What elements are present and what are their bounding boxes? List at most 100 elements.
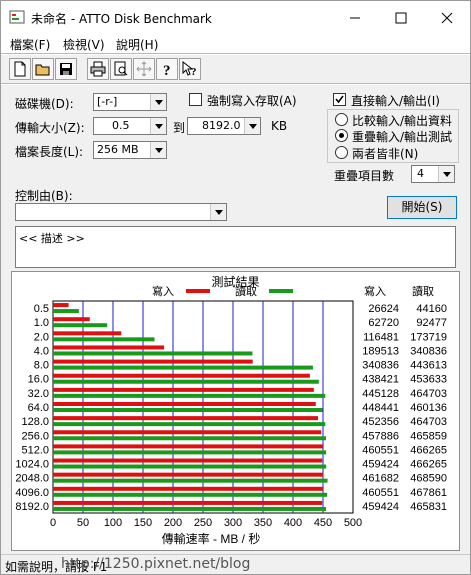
chevron-down-icon[interactable] — [210, 204, 226, 220]
move-button[interactable] — [133, 58, 155, 80]
results-chart: 寫入 讀取 寫入 讀取 0 50 100 150 200 250 300 350 400 450 500 0.… — [15, 284, 447, 546]
drive-select[interactable]: [-r-] — [93, 93, 167, 111]
legend-swatch-read — [269, 289, 293, 293]
compare-radio[interactable] — [335, 113, 348, 126]
y-tick-label: 256.0 — [21, 430, 49, 442]
queue-depth-select[interactable]: 4 — [411, 165, 455, 183]
chevron-down-icon[interactable] — [244, 118, 260, 134]
close-button[interactable] — [424, 1, 470, 33]
value-write: 459424 — [362, 501, 399, 513]
bar-read — [53, 450, 327, 455]
value-write: 460551 — [362, 487, 399, 499]
y-tick-label: 1.0 — [34, 317, 49, 329]
bar-write — [53, 486, 323, 491]
x-tick-label: 200 — [164, 517, 182, 529]
chevron-down-icon[interactable] — [150, 94, 166, 110]
file-length-label: 檔案長度(L): — [15, 145, 84, 159]
column-header-read: 讀取 — [412, 284, 434, 298]
bar-read — [53, 464, 327, 469]
minimize-button[interactable] — [332, 1, 378, 33]
transfer-from-select[interactable]: 0.5 — [93, 117, 167, 135]
start-button[interactable]: 開始(S) — [387, 196, 457, 219]
value-read: 453633 — [410, 374, 447, 386]
new-button[interactable] — [9, 58, 31, 80]
direct-io-checkbox[interactable] — [333, 93, 346, 106]
x-tick-label: 250 — [194, 517, 212, 529]
open-button[interactable] — [32, 58, 54, 80]
neither-radio[interactable] — [335, 146, 348, 159]
value-read: 464703 — [410, 416, 447, 428]
x-tick-label: 300 — [224, 517, 242, 529]
svg-text:?: ? — [163, 63, 171, 77]
bar-read — [53, 478, 328, 483]
maximize-button[interactable] — [378, 1, 424, 33]
x-axis-label: 傳輸速率 - MB / 秒 — [162, 531, 261, 546]
transfer-to-select[interactable]: 8192.0 — [187, 117, 261, 135]
legend-label-write: 寫入 — [152, 284, 174, 298]
queue-depth-label: 重疊項目數 — [334, 169, 395, 183]
value-write: 189513 — [362, 345, 399, 357]
toolbar: ? ? — [1, 55, 470, 83]
context-help-button[interactable]: ? — [179, 58, 201, 80]
y-tick-label: 0.5 — [34, 303, 49, 315]
x-tick-label: 100 — [104, 517, 122, 529]
direct-io-label[interactable]: 直接輸入/輸出(I) — [351, 92, 440, 109]
controlled-by-select[interactable] — [15, 203, 227, 221]
x-tick-label: 450 — [314, 517, 332, 529]
force-write-checkbox[interactable] — [189, 93, 202, 106]
y-tick-label: 2048.0 — [15, 473, 49, 485]
compare-label[interactable]: 比較輸入/輸出資料 — [352, 112, 452, 129]
value-read: 92477 — [416, 317, 447, 329]
menu-view[interactable]: 檢視(V) — [63, 36, 105, 53]
y-tick-label: 8192.0 — [15, 501, 49, 513]
y-tick-label: 512.0 — [21, 444, 49, 456]
bar-read — [53, 506, 326, 511]
description-box[interactable]: << 描述 >> — [15, 226, 456, 268]
checkmark-icon — [335, 95, 344, 104]
transfer-size-label: 傳輸大小(Z): — [15, 121, 85, 135]
y-tick-label: 16.0 — [28, 374, 49, 386]
value-read: 443613 — [410, 360, 447, 372]
file-length-select[interactable]: 256 MB — [93, 141, 167, 159]
title-bar[interactable]: 未命名 - ATTO Disk Benchmark — [1, 1, 470, 33]
help-button[interactable]: ? — [156, 58, 178, 80]
controlled-by-label: 控制由(B): — [15, 189, 73, 203]
maximize-icon — [395, 12, 407, 24]
bar-read — [53, 422, 326, 427]
watermark-text: http://1250.pixnet.net/blog — [61, 556, 251, 572]
x-tick-label: 350 — [254, 517, 272, 529]
chevron-down-icon[interactable] — [438, 166, 454, 182]
overlap-label[interactable]: 重疊輸入/輸出測試 — [352, 128, 452, 145]
bar-read — [53, 323, 108, 328]
neither-label[interactable]: 兩者皆非(N) — [352, 145, 418, 162]
force-write-label[interactable]: 強制寫入存取(A) — [207, 92, 297, 109]
menu-file[interactable]: 檔案(F) — [10, 36, 50, 53]
save-button[interactable] — [55, 58, 77, 80]
value-read: 464703 — [410, 388, 447, 400]
bar-write — [53, 359, 253, 364]
print-button[interactable] — [87, 58, 109, 80]
radio-dot — [339, 133, 344, 138]
column-header-write: 寫入 — [364, 284, 386, 298]
x-tick-label: 0 — [50, 517, 56, 529]
save-icon — [60, 63, 72, 75]
value-write: 116481 — [363, 331, 399, 343]
window-title: 未命名 - ATTO Disk Benchmark — [31, 12, 212, 26]
value-read: 466265 — [410, 459, 447, 471]
value-read: 44160 — [416, 303, 447, 315]
bar-read — [53, 408, 323, 412]
value-write: 26624 — [368, 303, 399, 315]
overlap-radio[interactable] — [335, 129, 348, 142]
value-write: 459424 — [362, 459, 399, 471]
chevron-down-icon[interactable] — [150, 142, 166, 158]
bar-read — [53, 492, 328, 497]
file-length-value: 256 MB — [97, 143, 139, 156]
bar-write — [53, 317, 90, 322]
context-help-icon: ? — [182, 61, 197, 77]
print-preview-button[interactable] — [110, 58, 132, 80]
print-icon — [90, 61, 106, 77]
chevron-down-icon[interactable] — [150, 118, 166, 134]
y-tick-label: 1024.0 — [15, 459, 49, 471]
menu-help[interactable]: 說明(H) — [116, 36, 158, 53]
value-write: 452356 — [362, 416, 399, 428]
